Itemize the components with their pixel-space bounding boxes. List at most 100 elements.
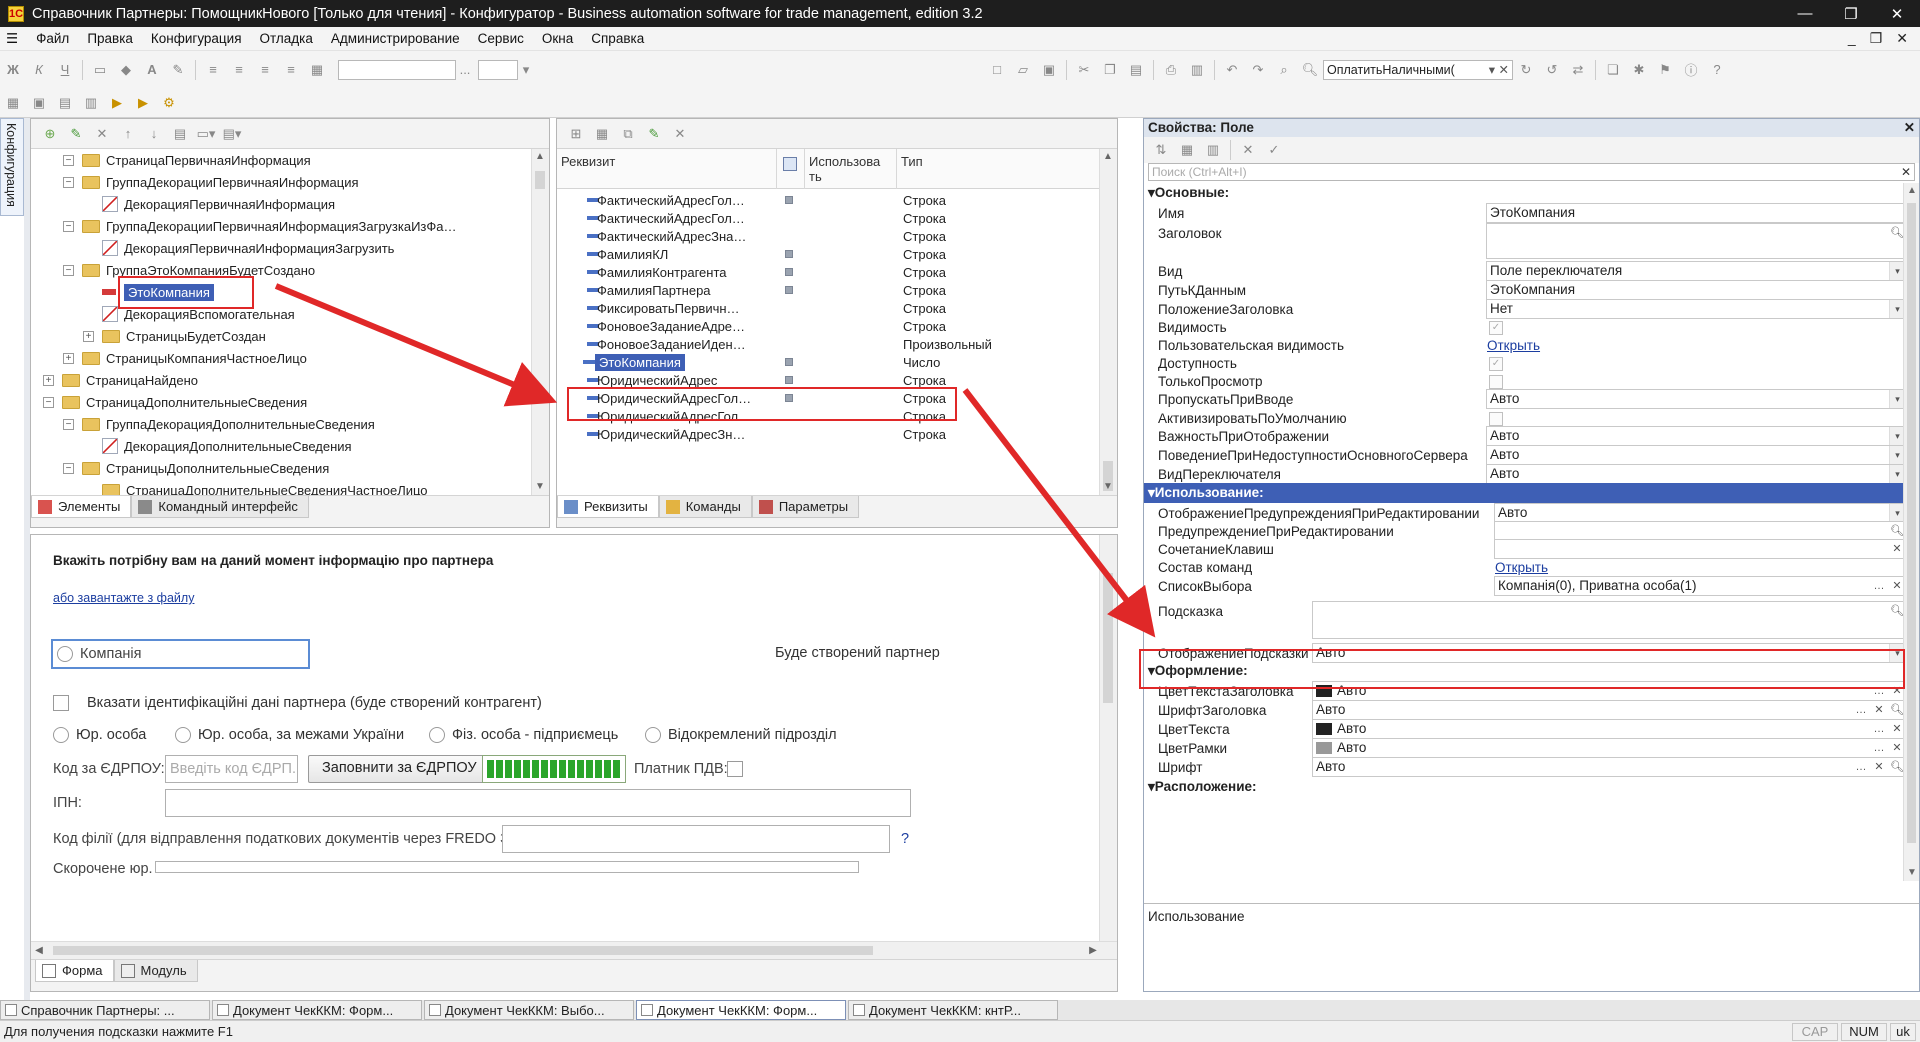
table-icon[interactable]: ▦ [306,59,328,81]
tree-expander-icon[interactable]: − [63,418,74,430]
cut-icon[interactable]: ✂ [1073,59,1095,81]
tree-item[interactable]: − СтраницаДополнительныеСведения [43,391,307,413]
tree-item[interactable]: ДекорацияПервичнаяИнформация [83,193,335,215]
dropdown-icon[interactable]: ▾ [1889,262,1903,280]
column-header-type[interactable]: Тип [897,149,1097,189]
menu-help[interactable]: Справка [582,31,653,46]
lookup-icon[interactable]: 🔍︎ [1889,522,1903,540]
categorized-icon[interactable]: ▦ [1176,139,1198,161]
tab-parameters[interactable]: Параметры [751,496,860,518]
menu-edit[interactable]: Правка [78,31,142,46]
highlight-icon[interactable]: ✎ [167,59,189,81]
text-color-icon[interactable]: A [141,59,163,81]
ipn-input[interactable] [165,789,911,817]
open-folder-icon[interactable]: ▱ [1012,59,1034,81]
dropdown-icon[interactable]: ▾ [1889,465,1903,483]
tree-item[interactable]: ДекорацияДополнительныеСведения [83,435,352,457]
entity-type-radio-0[interactable]: Юр. особа [53,727,146,744]
paste-icon[interactable]: ▤ [1125,59,1147,81]
frame-icon[interactable]: ▭ [89,59,111,81]
menu-windows[interactable]: Окна [533,31,582,46]
tree-item[interactable]: + СтраницаНайдено [43,369,198,391]
form-hscrollbar[interactable]: ◀ ▶ [31,941,1117,959]
section-layout[interactable]: ▾Расположение: [1144,777,1903,797]
use-mark-icon[interactable] [785,376,793,384]
tab-form[interactable]: Форма [35,960,114,982]
font-size-input[interactable] [478,59,518,80]
menu-service[interactable]: Сервис [469,31,533,46]
scroll-left-icon[interactable]: ◀ [31,943,47,959]
copy-icon[interactable]: ❐ [1099,59,1121,81]
attribute-row[interactable]: ЮридическийАдресЗн… Строка [557,423,1099,445]
tab-elements[interactable]: Элементы [31,496,132,518]
form-vscrollbar[interactable] [1099,535,1117,941]
prop-kind-value[interactable]: Поле переключателя ▾ [1486,261,1903,281]
scroll-up-icon[interactable]: ▲ [1904,183,1920,199]
lookup-icon[interactable]: 🔍︎ [1889,758,1903,776]
id-checkbox-row[interactable]: Вказати ідентифікаційні дані партнера (б… [53,695,542,712]
section-basic[interactable]: ▾Основные: [1144,183,1903,203]
mdi-minimize-button[interactable]: _ [1848,30,1856,47]
align-justify-icon[interactable]: ≡ [280,59,302,81]
fill-color-icon[interactable]: ◆ [115,59,137,81]
dots-button[interactable]: … [1853,701,1869,719]
menu-configuration[interactable]: Конфигурация [142,31,251,46]
id-checkbox[interactable] [53,695,69,712]
menu-file[interactable]: Файл [27,31,78,46]
company-radio[interactable]: Компанія [51,639,310,669]
copy-attribute-icon[interactable]: ⧉ [617,123,639,145]
enabled-checkbox[interactable]: ✓ [1489,357,1503,371]
italic-icon[interactable]: К [28,59,50,81]
mdi-close-button[interactable]: ✕ [1896,30,1908,47]
properties-vscrollbar[interactable]: ▲ ▼ [1903,183,1919,881]
sort-icon[interactable]: ▤ [169,123,191,145]
properties-close-icon[interactable]: ✕ [1904,120,1915,136]
apply-icon[interactable]: ✓ [1263,139,1285,161]
mdi-restore-button[interactable]: ❐ [1870,30,1883,47]
elements-vscrollbar[interactable]: ▲ ▼ [531,149,549,495]
window-tab[interactable]: Документ ЧекККМ: Выбо... [424,1000,634,1020]
edit-element-icon[interactable]: ✎ [65,123,87,145]
dropdown-icon[interactable]: ▾ [1889,446,1903,464]
tree-expander-icon[interactable]: − [63,176,74,188]
use-mark-icon[interactable] [785,268,793,276]
prop-header-value[interactable]: 🔍︎ [1486,223,1903,259]
find-prev-icon[interactable]: ↺ [1541,59,1563,81]
help-icon[interactable]: ? [1706,59,1728,81]
scroll-right-icon[interactable]: ▶ [1085,943,1101,959]
tree-item[interactable]: − СтраницыДополнительныеСведения [63,457,329,479]
minimize-button[interactable]: — [1782,0,1828,27]
window-tab[interactable]: Справочник Партнеры: ... [0,1000,210,1020]
entity-type-radio-2[interactable]: Фіз. особа - підприємець [429,727,618,744]
tree-expander-icon[interactable]: + [83,330,94,342]
tab-commands[interactable]: Команды [658,496,752,518]
find-next-icon[interactable]: ↻ [1515,59,1537,81]
lookup-icon[interactable]: 🔍︎ [1889,224,1903,242]
tree-item[interactable]: − ГруппаДекорацииПервичнаяИнформацияЗагру… [63,215,457,237]
properties-search-input[interactable]: Поиск (Ctrl+Alt+I) ✕ [1148,163,1915,181]
column-header-type-icon[interactable] [777,149,805,189]
add-column-icon[interactable]: ▦ [591,123,613,145]
scroll-down-icon[interactable]: ▼ [1100,479,1116,495]
prop-switch-kind-value[interactable]: Авто ▾ [1486,464,1903,484]
prop-title-font-value[interactable]: Авто … ✕ 🔍︎ [1312,700,1903,720]
scroll-up-icon[interactable]: ▲ [1100,149,1116,165]
column-header-use[interactable]: Использова ть [805,149,897,189]
align-center-icon[interactable]: ≡ [228,59,250,81]
clear-value-icon[interactable]: ✕ [1237,139,1259,161]
tree-expander-icon[interactable]: + [43,374,54,386]
save-icon[interactable]: ▣ [1038,59,1060,81]
more-actions-icon[interactable]: ▤▾ [221,123,243,145]
clear-icon[interactable]: ✕ [1889,540,1903,558]
tree-expander-icon[interactable]: − [63,154,74,166]
tree-item[interactable]: + СтраницыБудетСоздан [83,325,266,347]
radio-button[interactable] [53,727,69,744]
prop-warning-value[interactable]: 🔍︎ [1494,521,1903,541]
window-tab[interactable]: Документ ЧекККМ: Форм... [212,1000,422,1020]
find-in-files-icon[interactable]: ⌕ [1273,59,1295,81]
run-enterprise-icon[interactable]: ▶ [132,92,154,114]
prop-border-color-value[interactable]: Авто … ✕ [1312,738,1903,758]
lookup-icon[interactable]: 🔍︎ [1889,602,1903,620]
tab-requisites[interactable]: Реквизиты [557,496,659,518]
configuration-side-tab[interactable]: Конфигурация [0,118,24,216]
